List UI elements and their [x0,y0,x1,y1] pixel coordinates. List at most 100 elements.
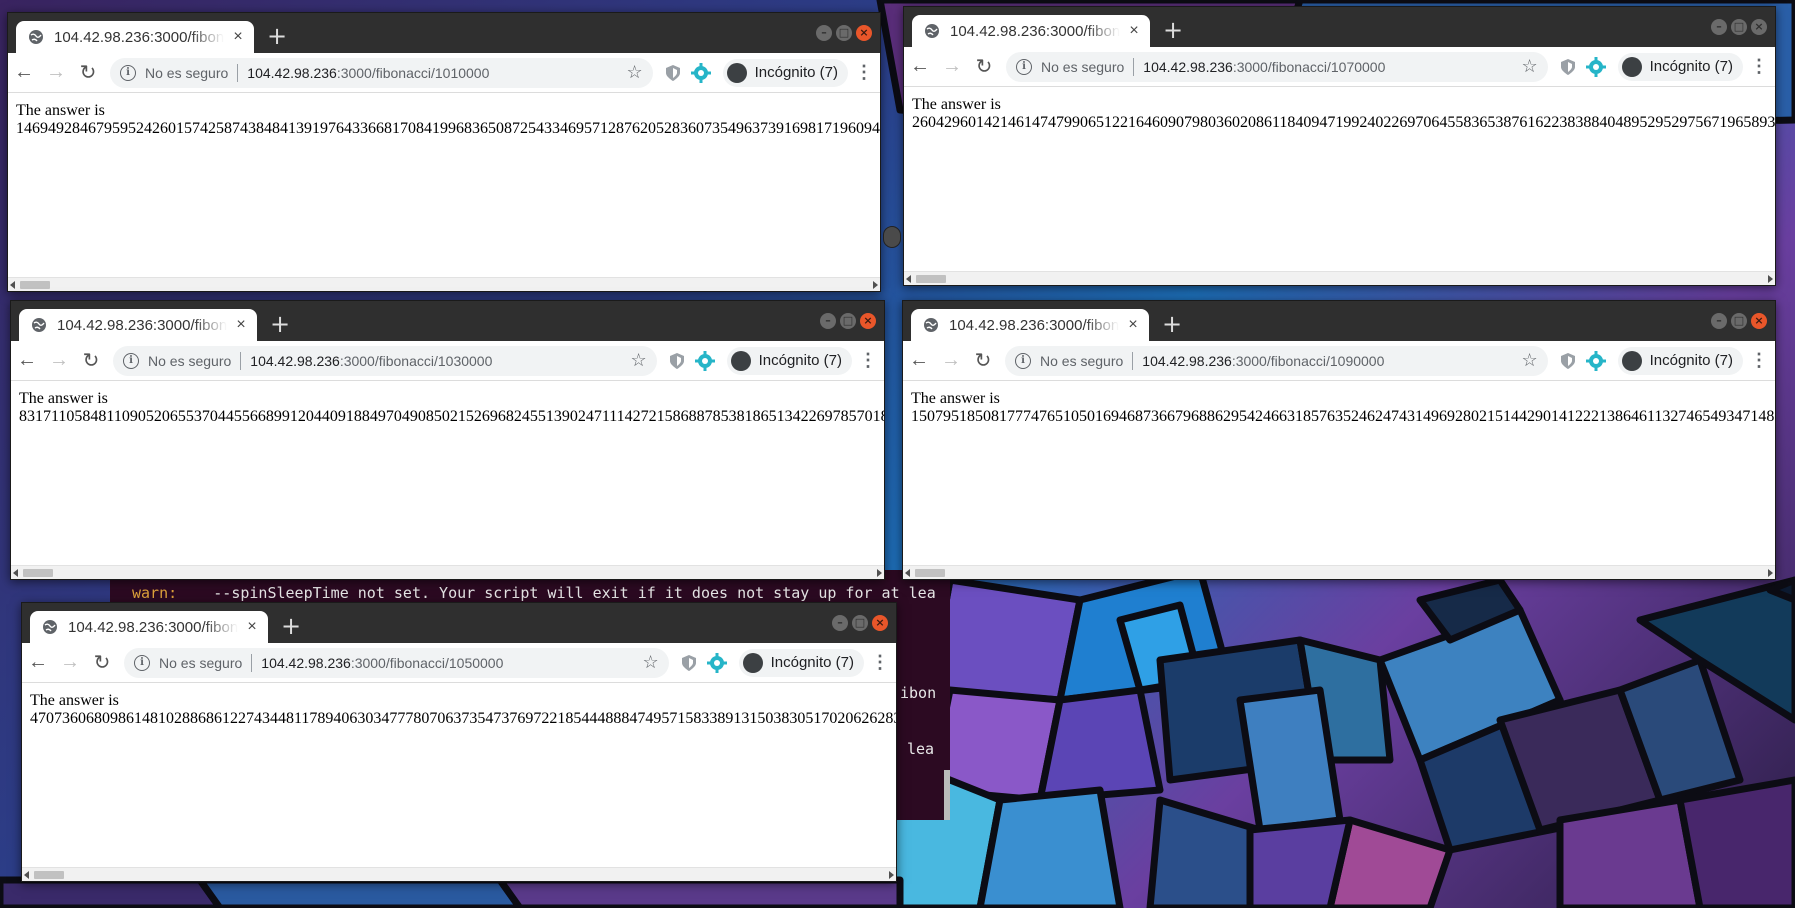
horizontal-scrollbar[interactable] [11,565,884,579]
browser-window-5[interactable]: 104.42.98.236:3000/fibonacci × + – □ × ←… [21,602,897,882]
info-icon[interactable]: i [134,654,150,671]
browser-tab[interactable]: 104.42.98.236:3000/fibonacci × [911,309,1149,341]
forward-icon[interactable]: → [935,345,967,377]
bookmark-star-icon[interactable]: ☆ [630,350,646,371]
address-bar[interactable]: i No es seguro 104.42.98.236:3000/fibona… [1005,345,1548,376]
bookmark-star-icon[interactable]: ☆ [1521,56,1537,77]
title-bar[interactable]: 104.42.98.236:3000/fibonacci × + – □ × [11,301,884,341]
gear-extension-icon[interactable] [691,347,719,375]
browser-window-4[interactable]: 104.42.98.236:3000/fibonacci × + – □ × ←… [902,300,1776,580]
scroll-right-icon[interactable] [1768,275,1773,283]
close-icon[interactable]: × [1751,313,1767,329]
new-tab-button[interactable]: + [266,24,288,48]
menu-icon[interactable]: ⋮ [852,345,884,377]
horizontal-scrollbar[interactable] [903,565,1775,579]
info-icon[interactable]: i [1016,58,1032,75]
address-bar[interactable]: i No es seguro 104.42.98.236:3000/fibona… [113,345,657,376]
back-icon[interactable]: ← [903,345,935,377]
maximize-icon[interactable]: □ [1731,313,1747,329]
bookmark-star-icon[interactable]: ☆ [642,652,658,673]
reload-icon[interactable]: ↻ [967,345,999,377]
url-text[interactable]: 104.42.98.236:3000/fibonacci/1070000 [1143,59,1521,75]
incognito-badge[interactable]: Incógnito (7) [1617,52,1743,81]
close-icon[interactable]: × [856,25,872,41]
scroll-thumb[interactable] [34,871,64,879]
gear-extension-icon[interactable] [687,59,715,87]
browser-tab[interactable]: 104.42.98.236:3000/fibonacci × [19,309,257,341]
scroll-left-icon[interactable] [10,281,15,289]
scroll-thumb[interactable] [916,275,946,283]
address-bar[interactable]: i No es seguro 104.42.98.236:3000/fibona… [110,57,653,88]
info-icon[interactable]: i [123,352,139,369]
tab-close-icon[interactable]: × [230,29,246,45]
forward-icon[interactable]: → [936,51,968,83]
incognito-badge[interactable]: Incógnito (7) [722,58,848,87]
back-icon[interactable]: ← [8,57,40,89]
maximize-icon[interactable]: □ [836,25,852,41]
tab-close-icon[interactable]: × [1126,23,1142,39]
minimize-icon[interactable]: – [832,615,848,631]
gear-extension-icon[interactable] [1582,53,1610,81]
shield-extension-icon[interactable] [663,347,691,375]
scroll-left-icon[interactable] [905,569,910,577]
back-icon[interactable]: ← [904,51,936,83]
scroll-thumb[interactable] [915,569,945,577]
menu-icon[interactable]: ⋮ [1743,345,1775,377]
reload-icon[interactable]: ↻ [86,647,118,679]
bookmark-star-icon[interactable]: ☆ [626,62,642,83]
shield-extension-icon[interactable] [1554,347,1582,375]
horizontal-scrollbar[interactable] [904,271,1775,285]
scroll-thumb[interactable] [20,281,50,289]
gear-extension-icon[interactable] [1582,347,1610,375]
info-icon[interactable]: i [1015,352,1031,369]
reload-icon[interactable]: ↻ [75,345,107,377]
horizontal-scrollbar[interactable] [8,277,880,291]
browser-tab[interactable]: 104.42.98.236:3000/fibonacci × [30,611,268,643]
title-bar[interactable]: 104.42.98.236:3000/fibonacci × + – □ × [22,603,896,643]
reload-icon[interactable]: ↻ [968,51,1000,83]
minimize-icon[interactable]: – [816,25,832,41]
scroll-left-icon[interactable] [24,871,29,879]
title-bar[interactable]: 104.42.98.236:3000/fibonacci × + – □ × [8,13,880,53]
close-icon[interactable]: × [872,615,888,631]
scroll-right-icon[interactable] [1768,569,1773,577]
incognito-badge[interactable]: Incógnito (7) [1617,346,1743,375]
browser-window-1[interactable]: 104.42.98.236:3000/fibonacci × + – □ × ←… [7,12,881,292]
url-text[interactable]: 104.42.98.236:3000/fibonacci/1090000 [1142,353,1521,369]
address-bar[interactable]: i No es seguro 104.42.98.236:3000/fibona… [124,647,669,678]
new-tab-button[interactable]: + [1161,312,1183,336]
url-text[interactable]: 104.42.98.236:3000/fibonacci/1050000 [261,655,642,671]
forward-icon[interactable]: → [40,57,72,89]
scroll-thumb[interactable] [23,569,53,577]
reload-icon[interactable]: ↻ [72,57,104,89]
gear-extension-icon[interactable] [703,649,731,677]
info-icon[interactable]: i [120,64,136,81]
maximize-icon[interactable]: □ [852,615,868,631]
incognito-badge[interactable]: Incógnito (7) [726,346,852,375]
new-tab-button[interactable]: + [280,614,302,638]
menu-icon[interactable]: ⋮ [864,647,896,679]
browser-window-2[interactable]: 104.42.98.236:3000/fibonacci × + – □ × ←… [903,6,1776,286]
new-tab-button[interactable]: + [269,312,291,336]
url-text[interactable]: 104.42.98.236:3000/fibonacci/1030000 [250,353,630,369]
close-icon[interactable]: × [860,313,876,329]
incognito-badge[interactable]: Incógnito (7) [738,648,864,677]
back-icon[interactable]: ← [11,345,43,377]
minimize-icon[interactable]: – [1711,19,1727,35]
scroll-left-icon[interactable] [906,275,911,283]
minimize-icon[interactable]: – [1711,313,1727,329]
tab-close-icon[interactable]: × [233,317,249,333]
title-bar[interactable]: 104.42.98.236:3000/fibonacci × + – □ × [904,7,1775,47]
scroll-left-icon[interactable] [13,569,18,577]
new-tab-button[interactable]: + [1162,18,1184,42]
scroll-right-icon[interactable] [889,871,894,879]
menu-icon[interactable]: ⋮ [848,57,880,89]
browser-window-3[interactable]: 104.42.98.236:3000/fibonacci × + – □ × ←… [10,300,885,580]
shield-extension-icon[interactable] [675,649,703,677]
shield-extension-icon[interactable] [1554,53,1582,81]
scroll-right-icon[interactable] [873,281,878,289]
close-icon[interactable]: × [1751,19,1767,35]
browser-tab[interactable]: 104.42.98.236:3000/fibonacci × [16,21,254,53]
tab-close-icon[interactable]: × [1125,317,1141,333]
browser-tab[interactable]: 104.42.98.236:3000/fibonacci × [912,15,1150,47]
